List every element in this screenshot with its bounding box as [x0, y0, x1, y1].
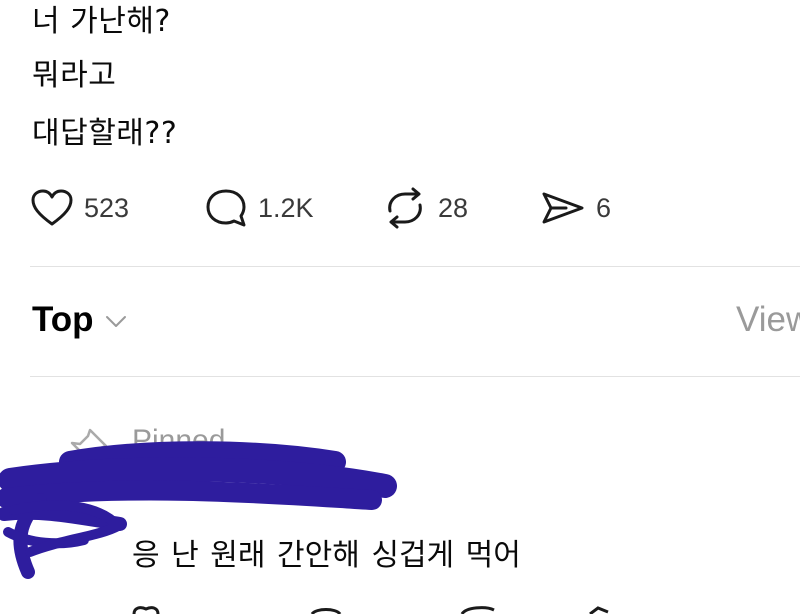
post-text-line-2: 뭐라고 [32, 58, 117, 93]
divider [30, 376, 800, 377]
comment-count: 1.2K [258, 192, 314, 223]
sort-label: Top [32, 300, 94, 339]
send-icon [589, 606, 609, 614]
view-activity-link[interactable]: View [736, 300, 800, 340]
like-count: 523 [84, 192, 130, 223]
repost-icon [460, 606, 495, 614]
heart-icon [31, 189, 73, 226]
share-button[interactable]: 6 [540, 186, 611, 230]
sort-dropdown[interactable]: Top [32, 300, 128, 340]
chevron-down-icon [105, 316, 126, 327]
post-action-bar: 523 1.2K 28 6 [30, 186, 800, 230]
send-icon [542, 192, 584, 224]
repost-count: 28 [438, 192, 469, 223]
divider [30, 266, 800, 267]
post-text-line-1: 너 가난해? [32, 4, 171, 39]
repost-icon [388, 187, 422, 229]
like-button[interactable]: 523 [30, 186, 129, 230]
comment-button[interactable]: 1.2K [204, 186, 314, 230]
share-count: 6 [596, 192, 612, 223]
comment-icon [206, 189, 246, 227]
reply-text: 응 난 원래 간안해 싱겁게 먹어 [132, 538, 521, 573]
post-text-line-3: 대답할래?? [32, 116, 178, 151]
repost-button[interactable]: 28 [382, 186, 468, 230]
reply-action-icons [132, 606, 609, 614]
heart-icon [132, 606, 160, 614]
comment-icon [310, 608, 342, 614]
